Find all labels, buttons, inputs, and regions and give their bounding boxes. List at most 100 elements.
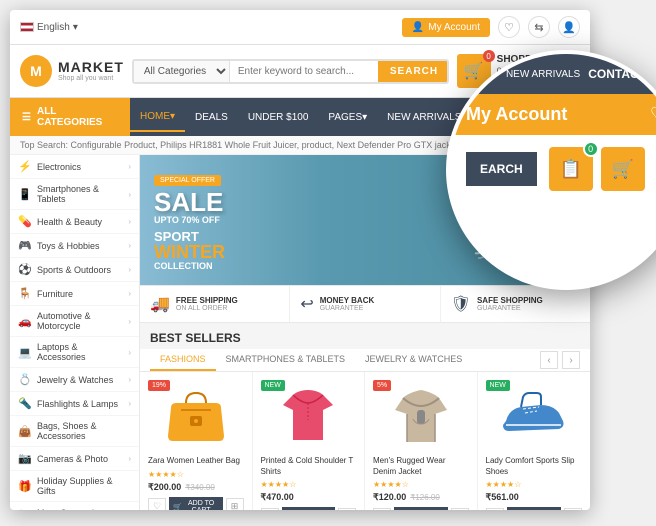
price-area: ₹200.00 ₹340.00 [148,482,244,493]
wishlist-button[interactable]: ♡ [373,508,391,510]
compare-button[interactable]: ⊞ [564,508,582,510]
sidebar-label: Holiday Supplies & Gifts [37,476,131,496]
logo-text: MARKET Shop all you want [58,60,124,83]
nav-pages[interactable]: PAGES▾ [318,104,377,131]
special-offer-label: SPECIAL OFFER [154,175,221,186]
tab-next-button[interactable]: › [562,351,580,369]
jewelry-icon: 💍 [18,373,32,386]
zoom-cart-button[interactable]: 🛒 [601,147,645,191]
compare-button[interactable]: ⇆ [528,16,550,38]
logo[interactable]: M MARKET Shop all you want [20,55,124,87]
best-sellers-title: BEST SELLERS [140,323,590,349]
sidebar-item-jewelry[interactable]: 💍 Jewelry & Watches › [10,368,139,392]
add-to-cart-button[interactable]: 🛒 ADD TO CART [169,497,223,510]
zoom-search-box[interactable]: EARCH [466,152,537,186]
product-name: Zara Women Leather Bag [148,456,244,466]
sidebar-item-laptops[interactable]: 💻 Laptops & Accessories › [10,337,139,368]
chevron-right-icon: › [128,289,131,298]
nav-under100[interactable]: UNDER $100 [238,104,319,131]
feature-shipping: 🚚 FREE SHIPPING ON ALL ORDER [140,286,290,322]
compare-button[interactable]: ⊞ [451,508,469,510]
wishlist-button[interactable]: ♡ [498,16,520,38]
search-input[interactable] [230,61,378,82]
sidebar-item-furniture[interactable]: 🪑 Furniture › [10,282,139,306]
sidebar-item-automotive[interactable]: 🚗 Automotive & Motorcycle › [10,306,139,337]
money-back-sub: GUARANTEE [320,305,375,312]
features-bar: 🚚 FREE SHIPPING ON ALL ORDER ↩ MONEY BAC… [140,285,590,323]
product-card-bag: 19% Zara Women Leather Bag ★★★★☆ ₹ [140,372,253,510]
search-button[interactable]: SEARCH [378,61,449,82]
shipping-icon: 🚚 [150,294,170,314]
product-card-jacket: 5% Men's Rugged Wear Denim Jacket ★★★★☆ [365,372,478,510]
product-name: Printed & Cold Shoulder T Shirts [261,456,357,477]
sidebar-item-health[interactable]: 💊 Health & Beauty › [10,210,139,234]
zoom-contact-us[interactable]: CONTACT US [588,67,656,81]
cameras-icon: 📷 [18,452,32,465]
chevron-right-icon: › [128,317,131,326]
zoom-documents-button[interactable]: 📋 0 [549,147,593,191]
user-icon: 👤 [412,22,424,33]
zoom-badge: 0 [583,141,599,157]
tab-smartphones[interactable]: SMARTPHONES & TABLETS [216,349,356,371]
tab-navigation: ‹ › [540,351,580,369]
sidebar-item-cameras[interactable]: 📷 Cameras & Photo › [10,447,139,471]
sidebar-item-holiday[interactable]: 🎁 Holiday Supplies & Gifts [10,471,139,502]
nav-home[interactable]: HOME▾ [130,103,185,132]
nav-deals[interactable]: DEALS [185,104,238,131]
wishlist-button[interactable]: ♡ [486,508,504,510]
sidebar-item-electronics[interactable]: ⚡ Electronics › [10,155,139,179]
product-card-shirt: NEW Printed & Cold Shoulder T Shirts ★★★… [253,372,366,510]
wishlist-button[interactable]: ♡ [148,498,166,510]
feature-safe-shopping: 🛡 SAFE SHOPPING GUARANTEE [441,286,590,322]
add-to-cart-button[interactable]: 🛒 ADD TO CART [282,507,336,510]
product-badge-percent: 5% [373,380,391,391]
tab-fashions[interactable]: FASHIONS [150,349,216,371]
price-area: ₹561.00 [486,492,583,503]
sidebar-item-toys[interactable]: 🎮 Toys & Hobbies › [10,234,139,258]
lang-label: English [37,22,70,33]
price-current: ₹120.00 [373,492,406,503]
cart-icon: 🛒 [173,503,182,510]
electronics-icon: ⚡ [18,160,32,173]
product-tabs: FASHIONS SMARTPHONES & TABLETS JEWELRY &… [140,349,590,372]
language-selector[interactable]: English ▾ [20,22,78,33]
zoom-new-arrivals[interactable]: NEW ARRIVALS [506,69,580,80]
breadcrumb-text: Top Search: Configurable Product, Philip… [20,140,487,150]
sidebar-item-more[interactable]: + More Categories [10,502,139,510]
price-current: ₹200.00 [148,482,181,493]
product-badge-new: NEW [486,380,510,391]
zoom-account-bar: My Account ♡ [450,94,656,135]
sidebar-item-smartphones[interactable]: 📱 Smartphones & Tablets › [10,179,139,210]
tab-prev-button[interactable]: ‹ [540,351,558,369]
sidebar-item-flashlights[interactable]: 🔦 Flashlights & Lamps › [10,392,139,416]
sidebar-item-sports[interactable]: ⚽ Sports & Outdoors › [10,258,139,282]
add-to-cart-button[interactable]: 🛒 ADD TO CART [394,507,448,510]
sidebar-label: Automotive & Motorcycle [37,311,123,331]
products-grid: 19% Zara Women Leather Bag ★★★★☆ ₹ [140,372,590,510]
compare-button[interactable]: ⊞ [226,498,244,510]
user-profile-button[interactable]: 👤 [558,16,580,38]
chevron-right-icon: › [128,265,131,274]
flag-icon [20,22,34,32]
price-area: ₹470.00 [261,492,357,503]
category-select[interactable]: All Categories [134,61,230,82]
sidebar-item-bags[interactable]: 👜 Bags, Shoes & Accessories [10,416,139,447]
zoom-heart-icon[interactable]: ♡ [650,104,656,125]
sidebar-label: Furniture [37,289,73,299]
upto-text: UPTO 70% OFF [154,215,223,225]
holiday-icon: 🎁 [18,480,32,493]
add-to-cart-button[interactable]: 🛒 ADD TO CART [507,507,562,510]
my-account-button[interactable]: 👤 My Account [402,18,490,37]
all-categories-button[interactable]: ☰ ALL CATEGORIES [10,98,130,136]
wishlist-button[interactable]: ♡ [261,508,279,510]
chevron-right-icon: › [128,190,131,199]
bags-icon: 👜 [18,425,32,438]
shipping-sub: ON ALL ORDER [176,305,238,312]
money-back-icon: ↩ [300,294,313,314]
tab-jewelry[interactable]: JEWELRY & WATCHES [355,349,472,371]
smartphones-icon: 📱 [18,188,32,201]
compare-button[interactable]: ⊞ [338,508,356,510]
chevron-right-icon: › [128,162,131,171]
menu-icon: ☰ [22,112,31,123]
product-actions: ♡ 🛒 ADD TO CART ⊞ [373,507,469,510]
